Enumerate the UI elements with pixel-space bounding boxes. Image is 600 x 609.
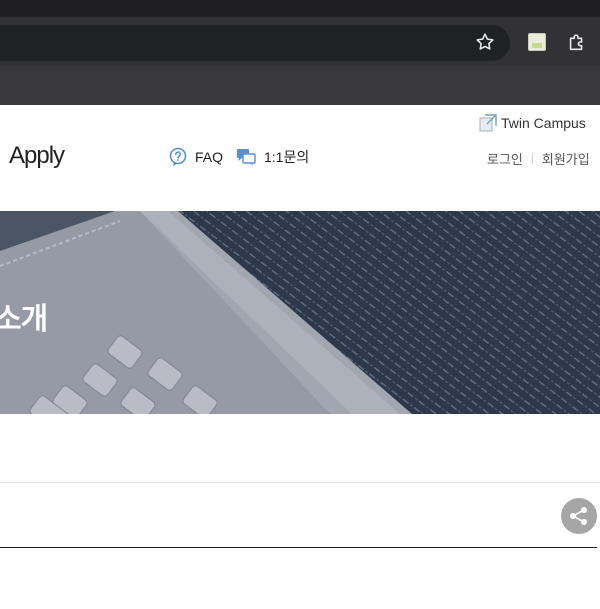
- auth-links: 로그인 회원가입: [487, 149, 590, 168]
- address-bar[interactable]: [0, 25, 510, 61]
- inquiry-label: 1:1문의: [264, 149, 310, 165]
- twin-campus-icon: [479, 114, 497, 132]
- hero-title: 소개: [0, 303, 48, 336]
- star-icon[interactable]: [474, 31, 496, 53]
- section-divider: [0, 482, 600, 483]
- browser-titlebar: [0, 0, 600, 17]
- share-icon: [570, 507, 587, 525]
- share-button[interactable]: [561, 498, 597, 534]
- signup-link[interactable]: 회원가입: [542, 149, 590, 168]
- faq-label: FAQ: [195, 149, 224, 165]
- site-logo[interactable]: Apply: [9, 142, 65, 170]
- browser-bookmarks-bar: [0, 66, 600, 105]
- login-link[interactable]: 로그인: [487, 149, 523, 168]
- laptop-background-image: [0, 211, 600, 414]
- puzzle-icon[interactable]: [566, 31, 588, 53]
- auth-divider: [531, 153, 533, 164]
- hero-banner: [0, 211, 600, 414]
- chat-bubbles-icon: [237, 149, 256, 166]
- extension-icon[interactable]: [528, 33, 546, 51]
- twin-campus-label: Twin Campus: [501, 115, 586, 131]
- twin-campus-link[interactable]: Twin Campus: [479, 112, 586, 134]
- inquiry-link[interactable]: 1:1문의: [236, 147, 309, 167]
- content-divider: [0, 547, 597, 548]
- question-circle-icon: [169, 147, 187, 166]
- faq-link[interactable]: FAQ: [169, 147, 223, 167]
